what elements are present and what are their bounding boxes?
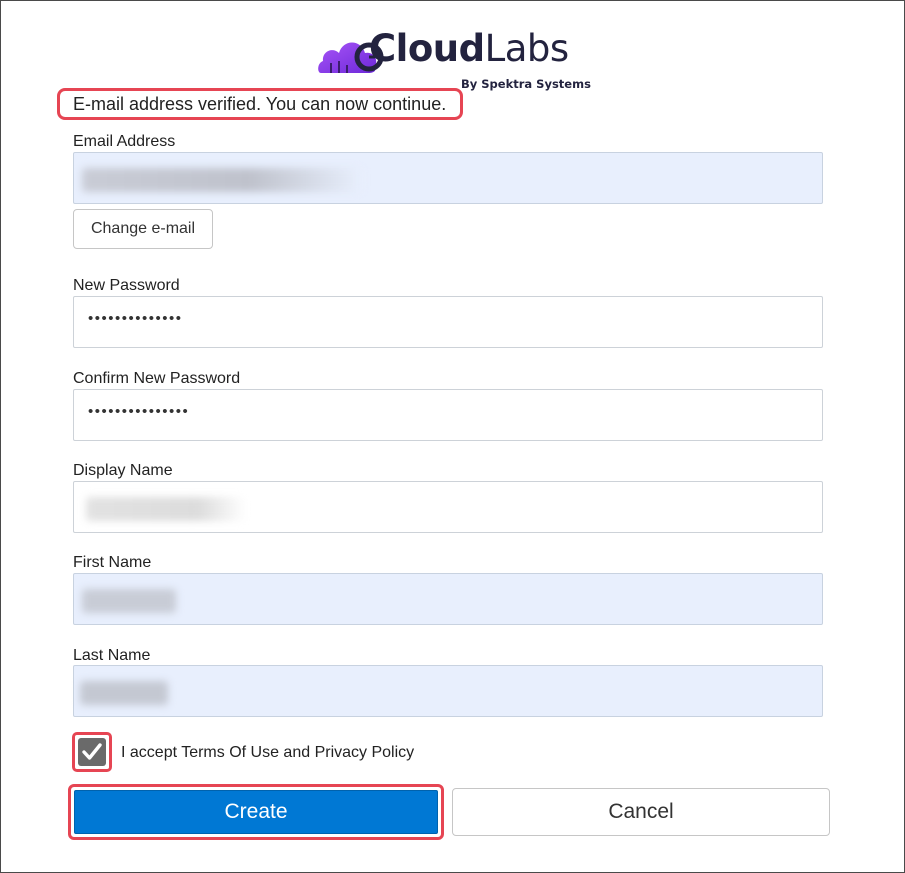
change-email-button[interactable]: Change e-mail	[73, 209, 213, 249]
terms-checkbox[interactable]	[78, 738, 106, 766]
first-name-label: First Name	[73, 554, 152, 571]
email-label: Email Address	[73, 133, 176, 150]
terms-checkbox-highlight	[72, 732, 112, 772]
confirm-password-label: Confirm New Password	[73, 370, 241, 387]
brand-name: CloudLabs	[369, 27, 569, 71]
email-field[interactable]	[73, 152, 823, 204]
checkmark-icon	[82, 743, 102, 760]
last-name-field[interactable]	[73, 665, 823, 717]
redacted-value	[86, 497, 246, 521]
new-password-label: New Password	[73, 277, 180, 294]
verification-message: E-mail address verified. You can now con…	[57, 88, 463, 120]
new-password-field[interactable]: ••••••••••••••	[73, 296, 823, 348]
last-name-label: Last Name	[73, 647, 151, 664]
redacted-value	[82, 589, 176, 613]
brand-name-regular: Labs	[484, 27, 570, 70]
redacted-value	[82, 168, 362, 192]
display-name-field[interactable]	[73, 481, 823, 533]
redacted-value	[80, 681, 168, 705]
brand-name-bold: Cloud	[369, 27, 485, 70]
terms-label[interactable]: I accept Terms Of Use and Privacy Policy	[121, 744, 414, 762]
first-name-field[interactable]	[73, 573, 823, 625]
create-button[interactable]: Create	[74, 790, 438, 834]
create-button-highlight: Create	[68, 784, 444, 840]
confirm-password-value: •••••••••••••••	[88, 403, 190, 420]
cancel-button[interactable]: Cancel	[452, 788, 830, 836]
cloudlabs-logo: CloudLabs By Spektra Systems	[317, 25, 591, 95]
confirm-password-field[interactable]: •••••••••••••••	[73, 389, 823, 441]
new-password-value: ••••••••••••••	[88, 310, 183, 327]
signup-dialog: CloudLabs By Spektra Systems E-mail addr…	[0, 0, 905, 873]
brand-byline: By Spektra Systems	[461, 77, 591, 91]
display-name-label: Display Name	[73, 462, 173, 479]
